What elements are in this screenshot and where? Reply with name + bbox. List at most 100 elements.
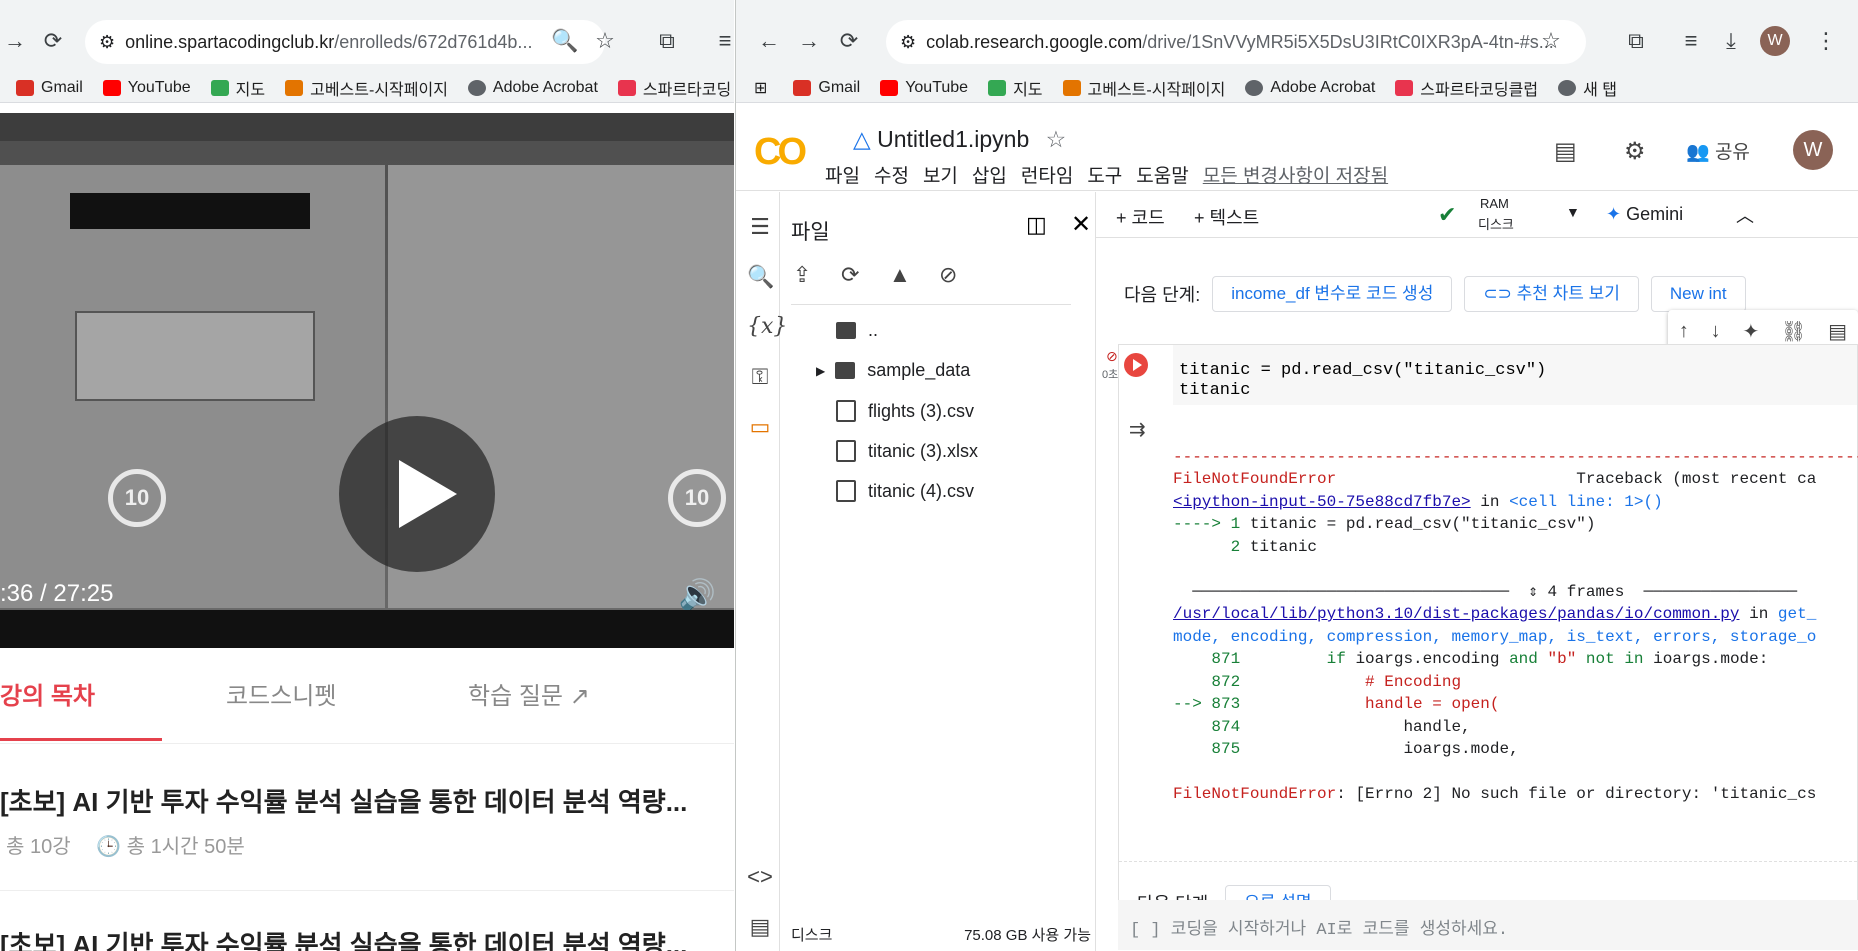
gemini-button[interactable]: ✦ Gemini <box>1606 204 1683 225</box>
save-status[interactable]: 모든 변경사항이 저장됨 <box>1203 161 1388 188</box>
code-editor[interactable]: titanic = pd.read_csv("titanic_csv") tit… <box>1173 345 1857 405</box>
colab-logo[interactable]: CO <box>754 131 807 174</box>
media-icon[interactable]: ≡ <box>1676 26 1706 56</box>
add-code-button[interactable]: + 코드 <box>1116 204 1165 230</box>
star-icon[interactable]: ☆ <box>1046 126 1067 152</box>
file-entry-sample-data[interactable]: ▶ sample_data <box>816 360 970 381</box>
terminal-icon[interactable]: ▤ <box>747 914 773 940</box>
menu-view[interactable]: 보기 <box>923 161 958 188</box>
files-folder-icon[interactable]: ▭ <box>747 414 773 440</box>
upload-icon[interactable]: ⇪ <box>793 262 811 288</box>
reload-icon[interactable]: ⟳ <box>38 26 68 56</box>
bookmark-youtube[interactable]: YouTube <box>880 79 968 97</box>
settings-gear-icon[interactable]: ⚙ <box>1624 137 1646 166</box>
account-avatar[interactable]: W <box>1793 130 1833 170</box>
file-entry[interactable]: flights (3).csv <box>836 400 974 422</box>
extensions-icon[interactable]: ⧉ <box>1621 26 1651 56</box>
variables-icon[interactable]: {x} <box>747 314 787 339</box>
bookmark-youtube[interactable]: YouTube <box>102 79 191 97</box>
profile-avatar[interactable]: W <box>1760 26 1790 56</box>
secrets-key-icon[interactable]: ⚿ <box>747 364 773 390</box>
address-bar[interactable]: ⚙ online.spartacodingclub.kr/enrolleds/6… <box>85 20 605 64</box>
apps-icon[interactable]: ⊞ <box>754 78 767 98</box>
bookmark-star-icon[interactable]: ☆ <box>1536 26 1566 56</box>
bookmark-acrobat[interactable]: Adobe Acrobat <box>467 79 598 97</box>
site-info-icon[interactable]: ⚙ <box>900 32 916 53</box>
play-button[interactable] <box>339 416 495 572</box>
menu-edit[interactable]: 수정 <box>874 161 909 188</box>
menu-file[interactable]: 파일 <box>825 161 860 188</box>
menu-insert[interactable]: 삽입 <box>972 161 1007 188</box>
tab-toc[interactable]: 강의 목차 <box>0 676 95 711</box>
ai-sparkle-icon[interactable]: ✦ <box>1742 319 1759 344</box>
bookmark-sparta[interactable]: 스파르타코딩클럽 <box>1395 76 1538 100</box>
file-entry[interactable]: titanic (3).xlsx <box>836 440 978 462</box>
refresh-icon[interactable]: ⟳ <box>841 262 859 288</box>
bookmark-new-tab[interactable]: 새 탭 <box>1558 76 1617 100</box>
add-text-button[interactable]: + 텍스트 <box>1194 204 1259 230</box>
forward-icon[interactable]: → <box>794 26 824 56</box>
bookmark-gobest[interactable]: 고베스트-시작페이지 <box>285 76 448 100</box>
notebook-area: 다음 단계: income_df 변수로 코드 생성 ⊂⊃ 추천 차트 보기 N… <box>1096 238 1858 951</box>
collapse-icon[interactable]: ︿ <box>1736 202 1754 228</box>
file-entry[interactable]: titanic (4).csv <box>836 480 974 502</box>
file-entry-parent[interactable]: .. <box>836 320 878 341</box>
comment-icon[interactable]: ▤ <box>1828 319 1847 344</box>
bookmarks-bar: ⊞ Gmail YouTube 지도 고베스트-시작페이지 Adobe Acro… <box>736 73 1858 103</box>
recommended-chart-chip[interactable]: ⊂⊃ 추천 차트 보기 <box>1464 276 1639 312</box>
share-button[interactable]: 👥 공유 <box>1686 137 1750 164</box>
tab-snippets[interactable]: 코드스니펫 <box>226 676 336 711</box>
new-interactive-chip[interactable]: New int <box>1650 276 1746 312</box>
bookmark-maps[interactable]: 지도 <box>988 76 1043 100</box>
bookmark-maps[interactable]: 지도 <box>210 76 265 100</box>
menu-icon[interactable]: ≡ <box>710 26 734 56</box>
menu-runtime[interactable]: 런타임 <box>1021 161 1073 188</box>
bookmark-gmail[interactable]: Gmail <box>793 79 860 97</box>
output-toggle-icon[interactable]: ⇉ <box>1129 417 1146 442</box>
menu-help[interactable]: 도움말 <box>1136 161 1188 188</box>
address-bar[interactable]: ⚙ colab.research.google.com/drive/1SnVVy… <box>886 20 1586 64</box>
open-in-tab-icon[interactable]: ◫ <box>1026 212 1047 238</box>
forward-10-button[interactable]: 10 <box>668 469 726 527</box>
code-line: titanic <box>1179 381 1251 400</box>
bookmark-sparta[interactable]: 스파르타코딩 <box>617 76 731 100</box>
site-info-icon[interactable]: ⚙ <box>99 32 115 53</box>
code-snippets-icon[interactable]: <> <box>747 864 773 890</box>
course-title-2[interactable]: [초보] AI 기반 투자 수익률 분석 실습을 통한 데이터 분석 역량... <box>0 925 687 951</box>
empty-code-cell[interactable]: [ ] 코딩을 시작하거나 AI로 코드를 생성하세요. <box>1118 900 1858 950</box>
generate-code-chip[interactable]: income_df 변수로 코드 생성 <box>1212 276 1453 312</box>
bookmark-gobest[interactable]: 고베스트-시작페이지 <box>1062 76 1225 100</box>
extensions-icon[interactable]: ⧉ <box>652 26 682 56</box>
reload-icon[interactable]: ⟳ <box>834 26 864 56</box>
run-cell-button[interactable] <box>1124 353 1148 377</box>
video-progress-track[interactable] <box>0 610 734 648</box>
move-down-icon[interactable]: ↓ <box>1711 320 1721 343</box>
search-icon[interactable]: 🔍 <box>747 264 774 290</box>
close-icon[interactable]: ✕ <box>1071 210 1091 239</box>
forward-icon[interactable]: → <box>0 26 30 56</box>
runtime-dropdown-icon[interactable]: ▼ <box>1566 204 1580 220</box>
volume-icon[interactable]: 🔊 <box>679 578 716 613</box>
lecture-video-player[interactable]: 10 10 🔊 :36 / 27:25 <box>0 113 734 648</box>
bookmark-acrobat[interactable]: Adobe Acrobat <box>1245 79 1375 97</box>
back-icon[interactable]: ← <box>754 26 784 56</box>
comment-icon[interactable]: ▤ <box>1554 137 1577 166</box>
hide-files-icon[interactable]: ⊘ <box>939 262 957 288</box>
download-icon[interactable]: ⤓ <box>1716 26 1746 56</box>
bookmark-star-icon[interactable]: ☆ <box>590 26 620 56</box>
bookmark-gmail[interactable]: Gmail <box>16 79 83 97</box>
link-icon[interactable]: ⛓ <box>1781 319 1806 344</box>
toc-icon[interactable]: ☰ <box>747 214 773 240</box>
course-title-1[interactable]: [초보] AI 기반 투자 수익률 분석 실습을 통한 데이터 분석 역량... <box>0 782 687 819</box>
rewind-10-button[interactable]: 10 <box>108 469 166 527</box>
move-up-icon[interactable]: ↑ <box>1679 320 1689 343</box>
notebook-title[interactable]: △ Untitled1.ipynb ☆ <box>853 126 1066 153</box>
tab-questions[interactable]: 학습 질문 ↗ <box>468 676 590 711</box>
menu-tools[interactable]: 도구 <box>1087 161 1122 188</box>
more-icon[interactable]: ⋮ <box>1811 26 1841 56</box>
code-line: titanic = pd.read_csv("titanic_csv") <box>1179 361 1547 380</box>
zoom-icon[interactable]: 🔍 <box>550 26 580 56</box>
mount-drive-icon[interactable]: ▲ <box>889 262 911 288</box>
expand-arrow-icon[interactable]: ▶ <box>816 364 825 378</box>
browser-toolbar: → ⟳ ⚙ online.spartacodingclub.kr/enrolle… <box>0 0 734 80</box>
